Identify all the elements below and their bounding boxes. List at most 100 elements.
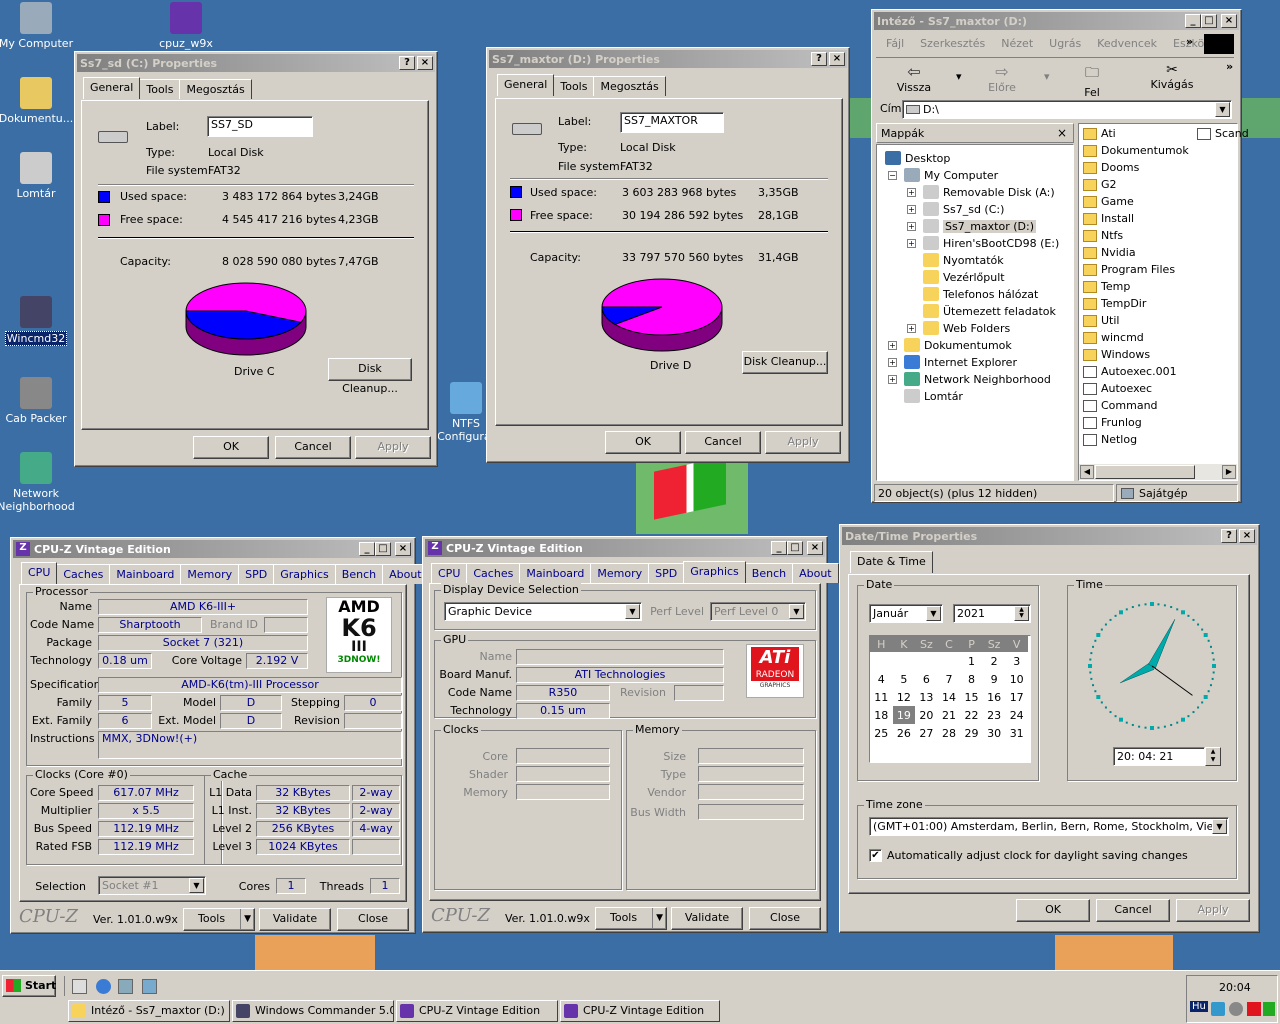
ok-button[interactable]: OK	[605, 431, 681, 454]
calendar-day[interactable]: 8	[960, 670, 983, 688]
calendar-day[interactable]: 17	[1005, 688, 1028, 706]
tab-cpu[interactable]: CPU	[21, 562, 58, 584]
cancel-button[interactable]: Cancel	[275, 436, 351, 459]
up-button[interactable]: 🗀 Fel	[1062, 62, 1122, 99]
tab-date-time[interactable]: Date & Time	[850, 551, 933, 573]
calendar-day[interactable]: 10	[1005, 670, 1028, 688]
title-bar[interactable]: Ss7_sd (C:) Properties? ×	[77, 54, 435, 72]
ok-button[interactable]: OK	[1016, 899, 1090, 922]
task-explorer[interactable]: Intéző - Ss7_maxtor (D:)	[68, 1000, 230, 1022]
tree-item[interactable]: Nyomtatók	[923, 253, 1004, 267]
file-item[interactable]: Ntfs	[1083, 229, 1123, 242]
desktop-icon-my-computer[interactable]: My Computer	[0, 2, 76, 50]
chevron-down-icon[interactable]: ▼	[625, 604, 640, 619]
tab-caches[interactable]: Caches	[56, 564, 111, 584]
calendar-day[interactable]: 18	[870, 706, 893, 724]
title-bar[interactable]: Z CPU-Z Vintage Edition _ □ ×	[13, 540, 413, 558]
calendar-day[interactable]: 11	[870, 688, 893, 706]
ok-button[interactable]: OK	[193, 436, 269, 459]
apply-button[interactable]: Apply	[355, 436, 431, 459]
file-item[interactable]: G2	[1083, 178, 1117, 191]
tab-caches[interactable]: Caches	[466, 563, 521, 583]
outlook-icon[interactable]	[118, 979, 133, 994]
expand-toggle-icon[interactable]: +	[907, 324, 916, 333]
expand-toggle-icon[interactable]: +	[907, 205, 916, 214]
menu-view[interactable]: Nézet	[1001, 37, 1033, 50]
chevron-down-icon[interactable]: ▼	[1212, 819, 1227, 834]
volume-icon[interactable]	[1229, 1002, 1243, 1016]
desktop-quicklaunch-icon[interactable]	[72, 979, 87, 994]
task-cpuz-1[interactable]: CPU-Z Vintage Edition	[396, 1000, 558, 1022]
calendar-day[interactable]: 7	[938, 670, 961, 688]
close-button[interactable]: ×	[829, 52, 845, 66]
calendar-day[interactable]: 24	[1005, 706, 1028, 724]
language-indicator[interactable]: Hu	[1190, 1001, 1208, 1012]
desktop-icon-network[interactable]: Network Neighborhood	[0, 452, 76, 513]
tab-tools[interactable]: Tools	[139, 79, 181, 99]
calendar-day[interactable]: 22	[960, 706, 983, 724]
forward-button[interactable]: ⇨ Előre	[972, 62, 1032, 94]
close-button[interactable]: ×	[417, 56, 433, 70]
time-spinner[interactable]: 20: 04: 21	[1113, 747, 1205, 766]
tree-item[interactable]: Vezérlőpult	[923, 270, 1005, 284]
maximize-button[interactable]: □	[375, 542, 391, 556]
calendar-day[interactable]: 26	[893, 724, 916, 742]
calendar-day[interactable]: 3	[1005, 652, 1028, 670]
tree-item[interactable]: Lomtár	[904, 389, 963, 403]
socket-select[interactable]: Socket #1 ▼	[98, 876, 206, 895]
menu-favorites[interactable]: Kedvencek	[1097, 37, 1157, 50]
tree-item[interactable]: Hiren'sBootCD98 (E:)	[923, 236, 1059, 250]
file-item[interactable]: Scand	[1197, 127, 1249, 140]
desktop-icon-cpuz[interactable]: cpuz_w9x	[146, 2, 226, 50]
tree-item[interactable]: Ss7_sd (C:)	[923, 202, 1004, 216]
network-tray-icon[interactable]	[1211, 1002, 1225, 1016]
minimize-button[interactable]: _	[1185, 14, 1201, 28]
tree-item[interactable]: My Computer	[904, 168, 998, 182]
calendar-day[interactable]: 1	[960, 652, 983, 670]
expand-toggle-icon[interactable]: −	[888, 171, 897, 180]
file-item[interactable]: Install	[1083, 212, 1134, 225]
file-item[interactable]: Frunlog	[1083, 416, 1142, 429]
close-button[interactable]: ×	[807, 541, 823, 555]
task-windows-commander[interactable]: Windows Commander 5.0...	[232, 1000, 394, 1022]
calendar-day[interactable]: 2	[983, 652, 1006, 670]
help-button[interactable]: ?	[811, 52, 827, 66]
dst-checkbox[interactable]: ✔	[869, 849, 882, 862]
chevron-down-icon[interactable]: ▼	[189, 878, 204, 893]
calendar-day[interactable]: 14	[938, 688, 961, 706]
file-item[interactable]: Dokumentumok	[1083, 144, 1189, 157]
calendar-day[interactable]: 28	[938, 724, 961, 742]
close-button[interactable]: ×	[1221, 14, 1237, 28]
tab-memory[interactable]: Memory	[590, 563, 650, 583]
calendar-day[interactable]: 6	[915, 670, 938, 688]
file-item[interactable]: Autoexec	[1083, 382, 1152, 395]
expand-toggle-icon[interactable]: +	[907, 239, 916, 248]
chevron-down-icon[interactable]: ▼	[1215, 102, 1230, 117]
menu-file[interactable]: Fájl	[886, 37, 904, 50]
chevron-down-icon[interactable]: ▾	[956, 70, 962, 83]
file-item[interactable]: Ati	[1083, 127, 1116, 140]
calendar-day[interactable]: 20	[915, 706, 938, 724]
tab-mainboard[interactable]: Mainboard	[519, 563, 592, 583]
tab-about[interactable]: About	[792, 563, 839, 583]
display-device-select[interactable]: Graphic Device ▼	[444, 602, 642, 621]
tab-cpu[interactable]: CPU	[431, 563, 468, 583]
tab-sharing[interactable]: Megosztás	[179, 79, 252, 99]
start-button[interactable]: Start	[2, 975, 56, 997]
file-item[interactable]: Netlog	[1083, 433, 1137, 446]
desktop-icon-wincmd[interactable]: Wincmd32	[0, 296, 76, 346]
tab-bench[interactable]: Bench	[744, 563, 794, 583]
spinner-arrows-icon[interactable]: ▲ ▼	[1014, 606, 1029, 621]
menu-edit[interactable]: Szerkesztés	[920, 37, 985, 50]
desktop-icon-recycle-bin[interactable]: Lomtár	[0, 152, 76, 200]
calendar-day[interactable]: 16	[983, 688, 1006, 706]
tab-graphics[interactable]: Graphics	[273, 564, 336, 584]
desktop-icon-documents[interactable]: Dokumentu...	[0, 77, 76, 125]
chevron-down-icon[interactable]: ▼	[926, 606, 941, 621]
tree-item[interactable]: Telefonos hálózat	[923, 287, 1038, 301]
apply-button[interactable]: Apply	[1176, 899, 1250, 922]
close-button[interactable]: ×	[395, 542, 411, 556]
desktop-icon-cab-packer[interactable]: Cab Packer	[0, 377, 76, 425]
year-spinner[interactable]: 2021 ▲ ▼	[953, 604, 1031, 623]
calendar-day[interactable]: 5	[893, 670, 916, 688]
